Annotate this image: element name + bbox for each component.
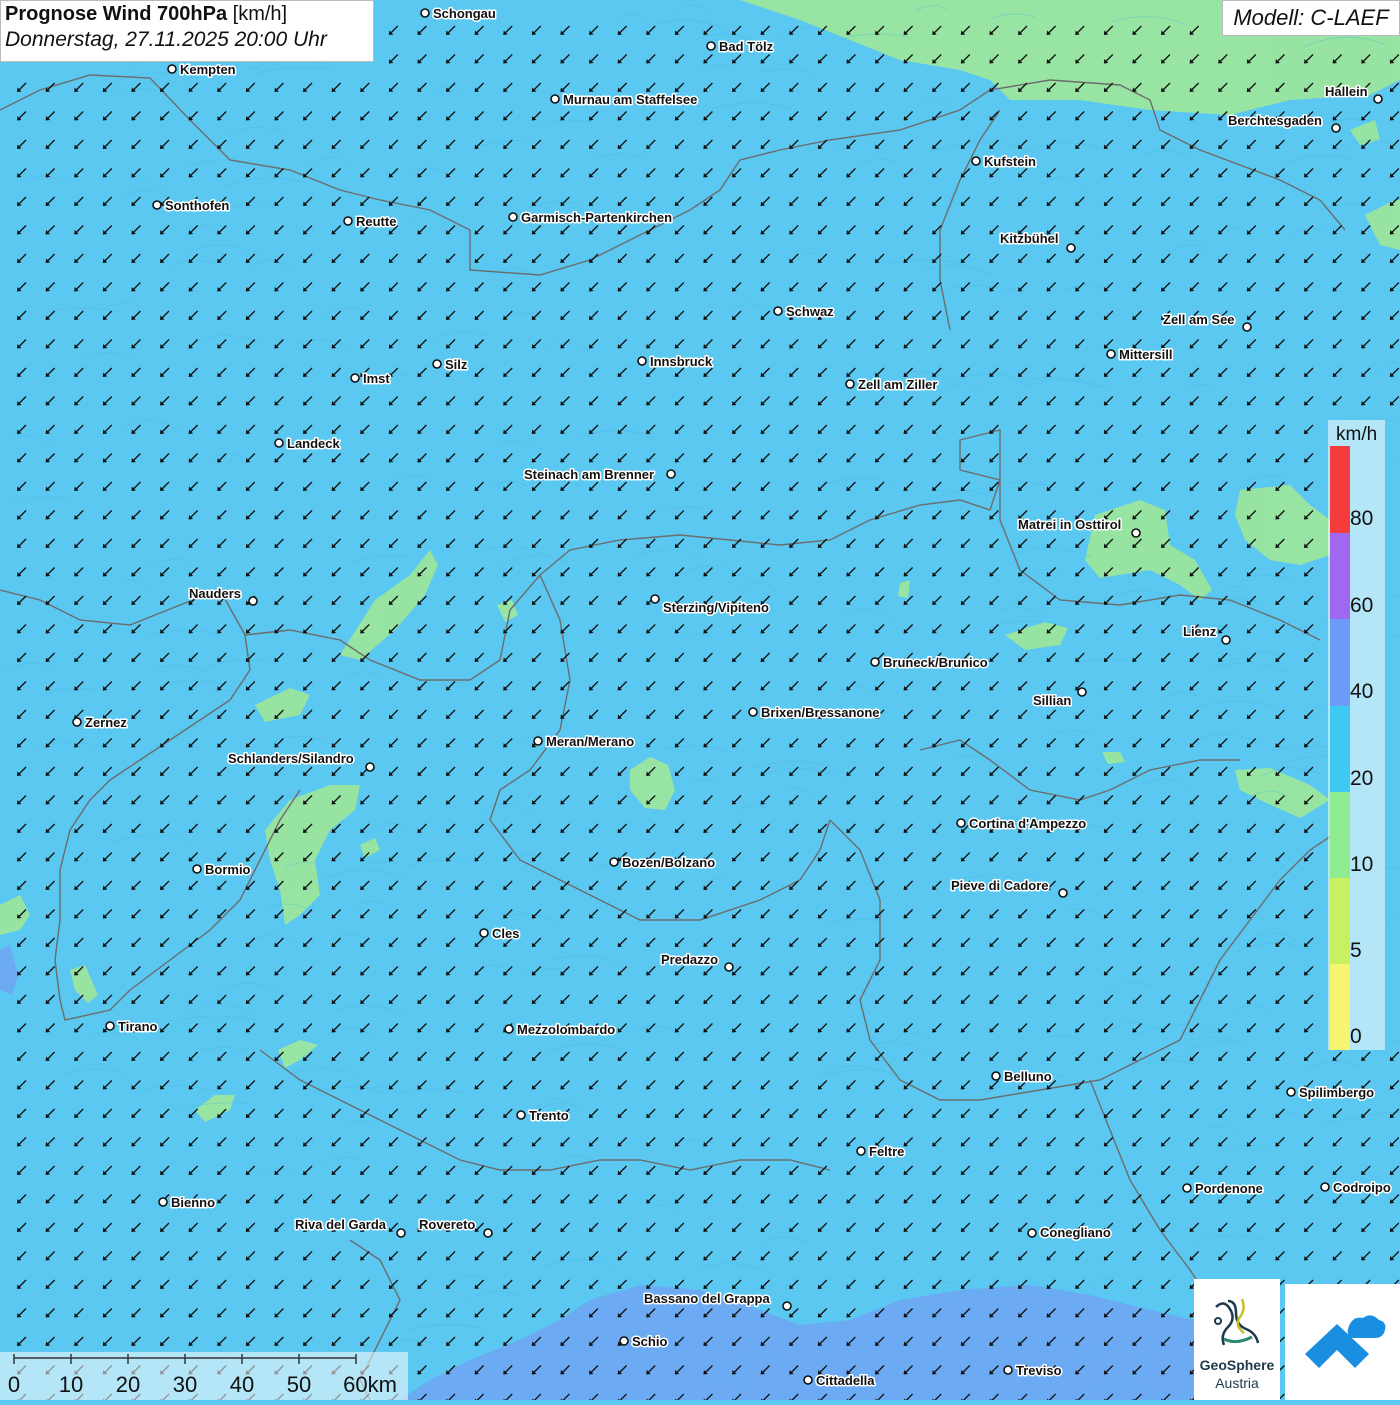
wind-map[interactable]: Schongau Bad Tölz Kempten Murnau am Staf… bbox=[0, 0, 1400, 1400]
model-label: Modell: C-LAEF bbox=[1222, 0, 1400, 36]
scale-label-40: 40 bbox=[230, 1372, 254, 1398]
mountain-cloud-icon bbox=[1285, 1284, 1400, 1400]
city-marker[interactable]: Meran/Merano bbox=[534, 734, 634, 749]
city-marker[interactable]: Pordenone bbox=[1183, 1181, 1263, 1196]
scale-label-20: 20 bbox=[116, 1372, 140, 1398]
scale-label-60: 60km bbox=[343, 1372, 397, 1398]
city-marker[interactable]: Conegliano bbox=[1028, 1225, 1111, 1240]
city-marker[interactable]: Mezzolombardo bbox=[505, 1022, 615, 1037]
geosphere-emblem-icon bbox=[1194, 1289, 1280, 1357]
city-marker[interactable]: Brixen/Bressanone bbox=[749, 705, 880, 720]
legend-band-10 bbox=[1330, 792, 1350, 878]
svg-text:Schongau: Schongau bbox=[433, 6, 496, 21]
city-marker[interactable]: Schongau bbox=[421, 6, 496, 21]
city-marker[interactable]: Bruneck/Brunico bbox=[871, 655, 988, 670]
title-bold: Prognose Wind 700hPa bbox=[5, 3, 227, 25]
city-marker[interactable]: Garmisch-Partenkirchen bbox=[509, 210, 672, 225]
legend-tick-10: 10 bbox=[1350, 853, 1373, 877]
legend-band-80 bbox=[1330, 446, 1350, 533]
legend-tick-20: 20 bbox=[1350, 767, 1373, 791]
legend-tick-40: 40 bbox=[1350, 680, 1373, 704]
scale-label-0: 0 bbox=[8, 1372, 20, 1398]
city-marker[interactable]: Spilimbergo bbox=[1287, 1085, 1374, 1100]
geosphere-country: Austria bbox=[1194, 1375, 1280, 1391]
forecast-datetime: Donnerstag, 27.11.2025 20:00 Uhr bbox=[5, 28, 369, 52]
city-marker[interactable]: Steinach am Brenner bbox=[524, 467, 675, 482]
legend-unit: km/h bbox=[1336, 424, 1377, 446]
city-marker[interactable]: Sonthofen bbox=[153, 198, 229, 213]
title-panel: Prognose Wind 700hPa [km/h] Donnerstag, … bbox=[0, 0, 374, 62]
geosphere-logo[interactable]: GeoSphere Austria bbox=[1194, 1279, 1280, 1400]
legend-band-5 bbox=[1330, 878, 1350, 964]
title-unit: [km/h] bbox=[233, 3, 287, 25]
city-marker[interactable]: Zell am Ziller bbox=[846, 377, 937, 392]
legend-tick-0: 0 bbox=[1350, 1025, 1362, 1049]
legend-tick-5: 5 bbox=[1350, 939, 1362, 963]
scale-label-30: 30 bbox=[173, 1372, 197, 1398]
legend-band-60 bbox=[1330, 533, 1350, 619]
legend-band-0 bbox=[1330, 964, 1350, 1050]
scale-bar-line bbox=[0, 1352, 408, 1372]
legend-band-20 bbox=[1330, 706, 1350, 792]
scale-label-10: 10 bbox=[59, 1372, 83, 1398]
legend-tick-60: 60 bbox=[1350, 594, 1373, 618]
city-marker[interactable]: Innsbruck bbox=[638, 354, 713, 369]
svg-text:Bad Tölz: Bad Tölz bbox=[719, 39, 774, 54]
city-marker[interactable]: Cortina d'Ampezzo bbox=[957, 816, 1086, 831]
geosphere-name: GeoSphere bbox=[1194, 1357, 1280, 1373]
legend-tick-80: 80 bbox=[1350, 507, 1373, 531]
legend-band-40 bbox=[1330, 619, 1350, 706]
map-title: Prognose Wind 700hPa [km/h] bbox=[5, 3, 369, 26]
app-logo[interactable] bbox=[1285, 1284, 1400, 1400]
city-marker[interactable]: Bozen/Bolzano bbox=[610, 855, 715, 870]
scale-label-50: 50 bbox=[287, 1372, 311, 1398]
city-marker[interactable]: Murnau am Staffelsee bbox=[551, 92, 697, 107]
